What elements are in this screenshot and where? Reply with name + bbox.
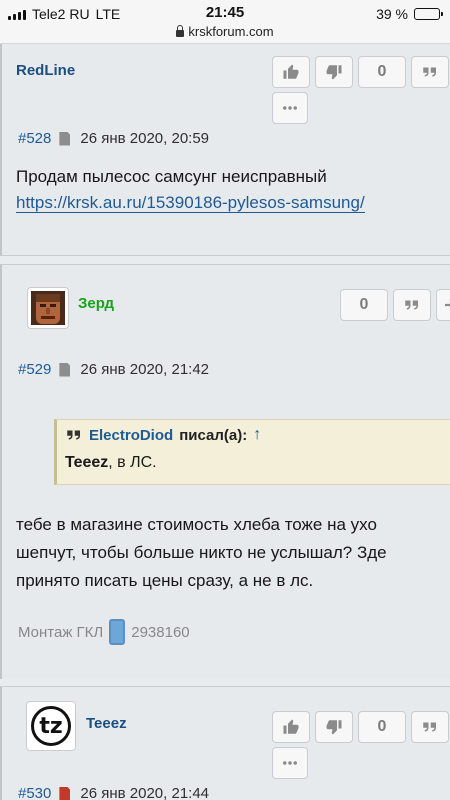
quote-rest: , в ЛС. — [108, 454, 157, 471]
post-date: 26 янв 2020, 21:42 — [80, 361, 210, 378]
quote-block: ElectroDiod писал(а): ↑ Teeez, в ЛС. — [54, 419, 450, 485]
post-number-link[interactable]: #530 — [18, 785, 51, 800]
document-icon — [59, 131, 71, 146]
doomguy-avatar-icon — [31, 291, 65, 325]
avatar-logo: tz — [31, 706, 71, 746]
address-bar[interactable]: krskforum.com — [0, 24, 450, 39]
post-link[interactable]: https://krsk.au.ru/15390186-pylesos-sams… — [16, 193, 365, 213]
like-button[interactable] — [272, 711, 310, 743]
quote-icon — [423, 67, 436, 77]
network-type: LTE — [95, 6, 121, 22]
signature-number: 2938160 — [131, 623, 190, 641]
more-button[interactable] — [272, 747, 308, 779]
jump-to-quote-link[interactable]: ↑ — [253, 426, 261, 444]
document-icon — [59, 786, 71, 800]
post-username[interactable]: RedLine — [16, 62, 75, 79]
post-body: Продам пылесос самсунг неисправный https… — [16, 164, 365, 216]
phone-icon — [109, 619, 126, 645]
signal-icon — [8, 8, 26, 20]
thumbs-down-icon — [326, 65, 342, 80]
signature-label: Монтаж ГКЛ — [18, 623, 104, 641]
dislike-button[interactable] — [315, 711, 353, 743]
add-button[interactable] — [436, 289, 450, 321]
score-button[interactable]: 0 — [340, 289, 388, 321]
more-icon — [283, 761, 297, 765]
plus-icon — [445, 299, 450, 311]
post-number-link[interactable]: #529 — [18, 361, 51, 378]
post-number-link[interactable]: #528 — [18, 130, 51, 147]
signature: Монтаж ГКЛ 2938160 — [18, 619, 190, 645]
post-text: Продам пылесос самсунг неисправный — [16, 167, 327, 186]
thumbs-up-icon — [283, 64, 299, 79]
carrier-name: Tele2 RU — [32, 6, 90, 22]
post: RedLine 0 #528 26 янв 2020, 20:59 Продам… — [0, 44, 450, 256]
avatar[interactable]: tz — [26, 701, 76, 751]
like-button[interactable] — [272, 56, 310, 88]
dislike-button[interactable] — [315, 56, 353, 88]
quote-author[interactable]: ElectroDiod — [89, 427, 173, 444]
quote-icon — [423, 722, 436, 732]
quote-text: Teeez, в ЛС. — [65, 454, 157, 472]
more-icon — [283, 106, 297, 110]
battery-percent: 39 % — [376, 6, 408, 22]
quote-icon — [405, 300, 418, 310]
quote-said: писал(а): — [179, 426, 248, 444]
battery-status: 39 % — [376, 6, 443, 22]
quote-button[interactable] — [411, 711, 449, 743]
post-text-line: принято писать цены сразу, а не в лс. — [16, 571, 314, 590]
post-text-line: тебе в магазине стоимость хлеба тоже на … — [16, 515, 377, 534]
post-username[interactable]: Teeez — [86, 715, 127, 732]
lock-icon — [176, 25, 185, 37]
url-text: krskforum.com — [188, 24, 274, 39]
post: Зерд 0 #529 26 янв 2020, 21:42 ElectroDi… — [0, 264, 450, 679]
post-body: тебе в магазине стоимость хлеба тоже на … — [16, 511, 387, 595]
post-username[interactable]: Зерд — [78, 295, 114, 312]
score-button[interactable]: 0 — [358, 711, 406, 743]
post-date: 26 янв 2020, 21:44 — [80, 785, 210, 800]
post-meta: #529 26 янв 2020, 21:42 — [18, 361, 209, 378]
post-date: 26 янв 2020, 20:59 — [80, 130, 210, 147]
quote-header: ElectroDiod писал(а): ↑ — [65, 426, 261, 444]
status-bar: Tele2 RU LTE 21:45 39 % krskforum.com — [0, 0, 450, 44]
battery-icon — [414, 8, 443, 20]
quote-mention: Teeez — [65, 454, 109, 471]
quote-button[interactable] — [393, 289, 431, 321]
post-text-line: шепчут, чтобы больше никто не услышал? З… — [16, 543, 387, 562]
thumbs-up-icon — [283, 719, 299, 734]
post-meta: #528 26 янв 2020, 20:59 — [18, 130, 209, 147]
quote-button[interactable] — [411, 56, 449, 88]
document-icon — [59, 362, 71, 377]
more-button[interactable] — [272, 92, 308, 124]
thumbs-down-icon — [326, 720, 342, 735]
avatar[interactable] — [27, 287, 69, 329]
post: tz Teeez 0 #530 26 янв 2020, 21:44 — [0, 686, 450, 800]
quote-icon — [67, 430, 80, 440]
post-meta: #530 26 янв 2020, 21:44 — [18, 785, 209, 800]
carrier-info: Tele2 RU LTE — [8, 6, 120, 22]
score-button[interactable]: 0 — [358, 56, 406, 88]
